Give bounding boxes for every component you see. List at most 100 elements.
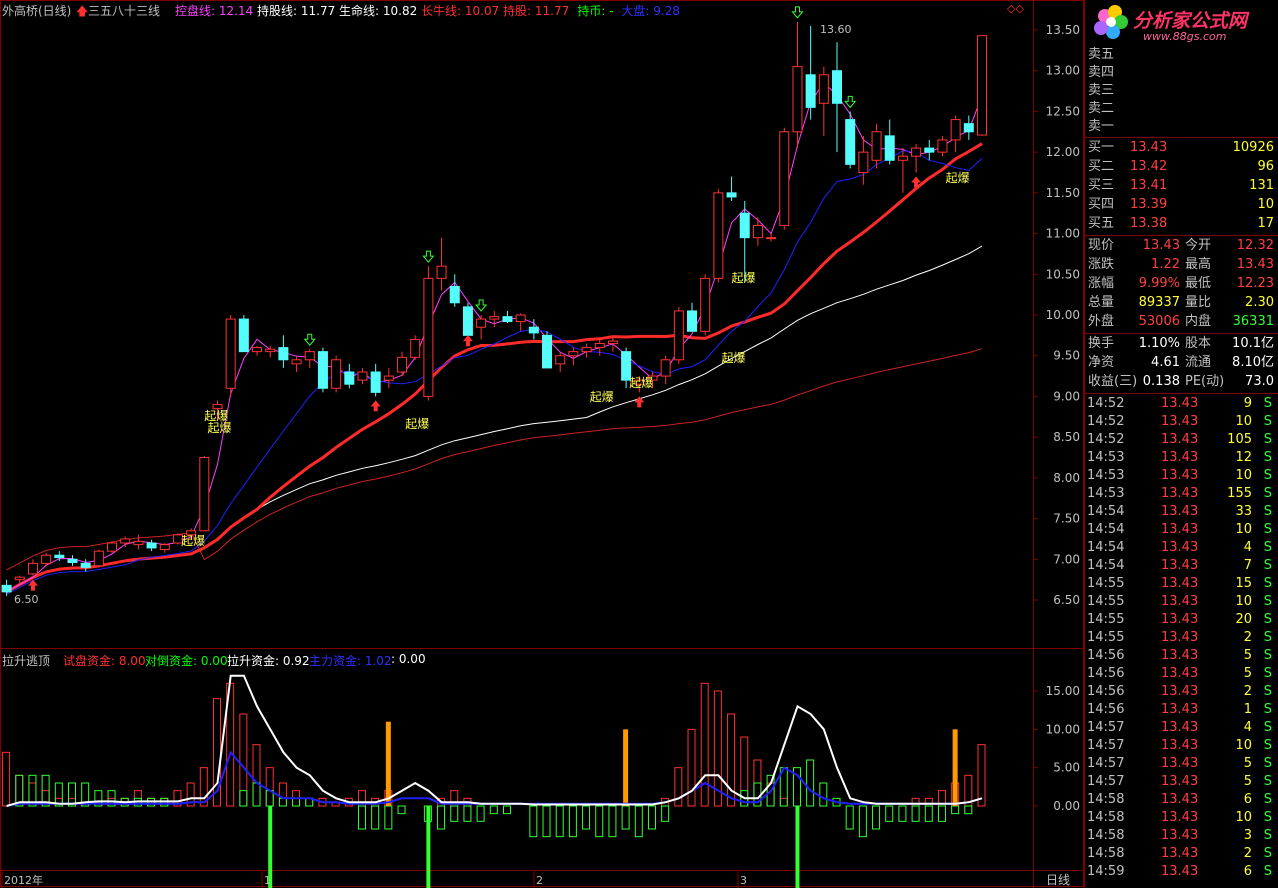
quote-label: 买三 <box>1088 178 1115 193</box>
tick-price: 13.43 <box>1161 450 1199 465</box>
signal-label: 起爆 <box>181 534 205 548</box>
signal-label: 起爆 <box>946 171 970 185</box>
tick-side: S <box>1263 864 1272 879</box>
diamond-icon[interactable]: ◇◇ <box>1007 2 1024 15</box>
price-axis-label: 7.00 <box>1053 552 1080 566</box>
tick-row: 14:58 13.43 6 S <box>1085 791 1278 809</box>
tick-price: 13.43 <box>1161 504 1199 519</box>
candle-body <box>897 155 908 161</box>
sell-arrow-icon <box>422 250 435 263</box>
tick-volume: 5 <box>1243 756 1252 771</box>
quote-volume: 96 <box>1257 159 1274 174</box>
stat-value: 1.10% <box>1138 336 1180 351</box>
long-bull-line <box>6 348 983 571</box>
candle-body <box>383 375 394 381</box>
price-axis-label: 9.00 <box>1053 389 1080 403</box>
stat-value: 89337 <box>1138 295 1180 310</box>
indicator-label: : 0.00 <box>391 652 426 666</box>
candle-body <box>265 348 276 353</box>
candle-body <box>687 310 698 332</box>
tick-price: 13.43 <box>1161 414 1199 429</box>
tick-row: 14:56 13.43 5 S <box>1085 665 1278 683</box>
candle-body <box>845 119 856 165</box>
hedge-fund-bar <box>911 805 920 822</box>
hedge-fund-bar <box>924 805 933 822</box>
tick-time: 14:53 <box>1087 486 1125 501</box>
candle-body <box>423 277 434 397</box>
tick-row: 14:53 13.43 155 S <box>1085 485 1278 503</box>
indicator-label: 主力资金: 1.02 <box>309 654 392 668</box>
formula-name[interactable]: 三五八十三线 <box>88 2 160 19</box>
hedge-fund-bar <box>357 805 366 830</box>
tick-row: 14:55 13.43 20 S <box>1085 611 1278 629</box>
sell-arrow-icon <box>475 299 488 312</box>
escape-signal-bar <box>426 806 431 888</box>
price-axis-label: 9.50 <box>1053 349 1080 363</box>
candle-body <box>238 318 249 353</box>
indicator-label: 试盘资金: 8.00 <box>63 654 146 668</box>
candle-body <box>436 265 447 279</box>
stat-label: 收益(三) <box>1088 374 1138 389</box>
tick-time: 14:54 <box>1087 558 1125 573</box>
candle-body <box>278 347 289 361</box>
hedge-fund-bar <box>608 805 617 838</box>
tick-price: 13.43 <box>1161 810 1199 825</box>
price-axis-label: 8.00 <box>1053 471 1080 485</box>
quote-price: 13.38 <box>1130 216 1168 231</box>
stat-value: 53006 <box>1138 314 1180 329</box>
candle-body <box>700 277 711 332</box>
stat-value: 10.1亿 <box>1232 336 1274 351</box>
hedge-fund-bar <box>647 805 656 830</box>
candle-body <box>805 74 816 108</box>
tick-volume: 7 <box>1243 558 1252 573</box>
indicator-lines <box>5 82 983 595</box>
tick-volume: 2 <box>1243 846 1252 861</box>
tick-volume: 10 <box>1235 414 1252 429</box>
tick-price: 13.43 <box>1161 396 1199 411</box>
tick-volume: 10 <box>1235 810 1252 825</box>
hedge-fund-bar <box>951 805 960 815</box>
sell-arrow-icon <box>844 95 857 109</box>
hedge-fund-bar <box>819 782 828 807</box>
stat-label: 现价 <box>1088 238 1115 253</box>
buy-arrow-icon <box>462 335 473 347</box>
hedge-fund-bar <box>397 805 406 815</box>
candle-body <box>950 119 961 141</box>
hold-line <box>5 142 983 594</box>
tick-volume: 12 <box>1235 450 1252 465</box>
tick-volume: 1 <box>1243 702 1252 717</box>
candle-body <box>54 554 65 559</box>
sub-title[interactable]: 拉升逃顶 <box>2 652 50 669</box>
frame <box>0 0 1084 887</box>
buy-arrow-icon <box>27 579 38 591</box>
tick-price: 13.43 <box>1161 666 1199 681</box>
candle-body <box>462 306 473 336</box>
tick-volume: 5 <box>1243 774 1252 789</box>
indicator-label: 持股线: 11.77 <box>257 4 336 18</box>
tick-volume: 6 <box>1243 864 1252 879</box>
candle-body <box>832 70 843 104</box>
tick-volume: 2 <box>1243 684 1252 699</box>
signal-label: 起爆 <box>207 421 231 435</box>
tick-price: 13.43 <box>1161 684 1199 699</box>
trial-fund-bar <box>911 797 920 807</box>
tick-row: 14:54 13.43 33 S <box>1085 503 1278 521</box>
candle-body <box>581 347 592 353</box>
hedge-fund-bar <box>384 805 393 830</box>
quote-label: 买四 <box>1088 197 1115 212</box>
trial-fund-bar <box>977 744 986 807</box>
sell-arrow-icon <box>791 6 804 19</box>
trial-fund-bar <box>54 797 63 807</box>
quote-panel: 卖五 卖四 卖三 卖二 卖一 买一 13.43 10926 买二 13.42 96 买三 13.41 13… <box>1085 0 1278 888</box>
tick-row: 14:58 13.43 3 S <box>1085 827 1278 845</box>
indicator-label: 持股: 11.77 <box>503 4 570 18</box>
tick-time: 14:55 <box>1087 630 1125 645</box>
price-axis-label: 11.00 <box>1046 227 1080 241</box>
tick-row: 14:54 13.43 4 S <box>1085 539 1278 557</box>
time-axis-label: 2 <box>536 874 543 887</box>
tick-volume: 20 <box>1235 612 1252 627</box>
price-axis-label: 10.00 <box>1046 308 1080 322</box>
hedge-fund-bar <box>621 805 630 830</box>
trial-fund-bar <box>2 751 11 807</box>
tick-time: 14:58 <box>1087 846 1125 861</box>
